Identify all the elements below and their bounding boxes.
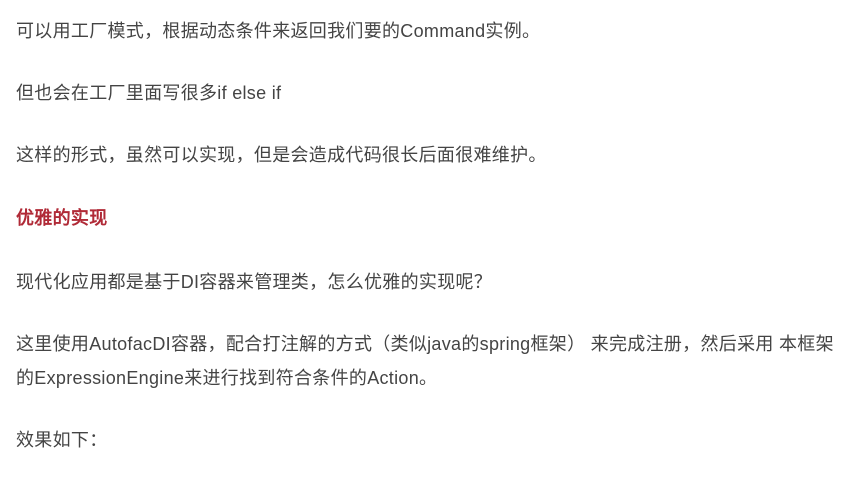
paragraph-autofac: 这里使用AutofacDI容器，配合打注解的方式（类似java的spring框架… [16, 327, 848, 395]
paragraph-result-label: 效果如下： [16, 423, 848, 457]
paragraph-factory-pattern: 可以用工厂模式，根据动态条件来返回我们要的Command实例。 [16, 14, 848, 48]
paragraph-di-container: 现代化应用都是基于DI容器来管理类，怎么优雅的实现呢？ [16, 265, 848, 299]
paragraph-maintain-issue: 这样的形式，虽然可以实现，但是会造成代码很长后面很难维护。 [16, 138, 848, 172]
section-heading-elegant: 优雅的实现 [16, 201, 848, 235]
paragraph-if-else: 但也会在工厂里面写很多if else if [16, 76, 848, 110]
